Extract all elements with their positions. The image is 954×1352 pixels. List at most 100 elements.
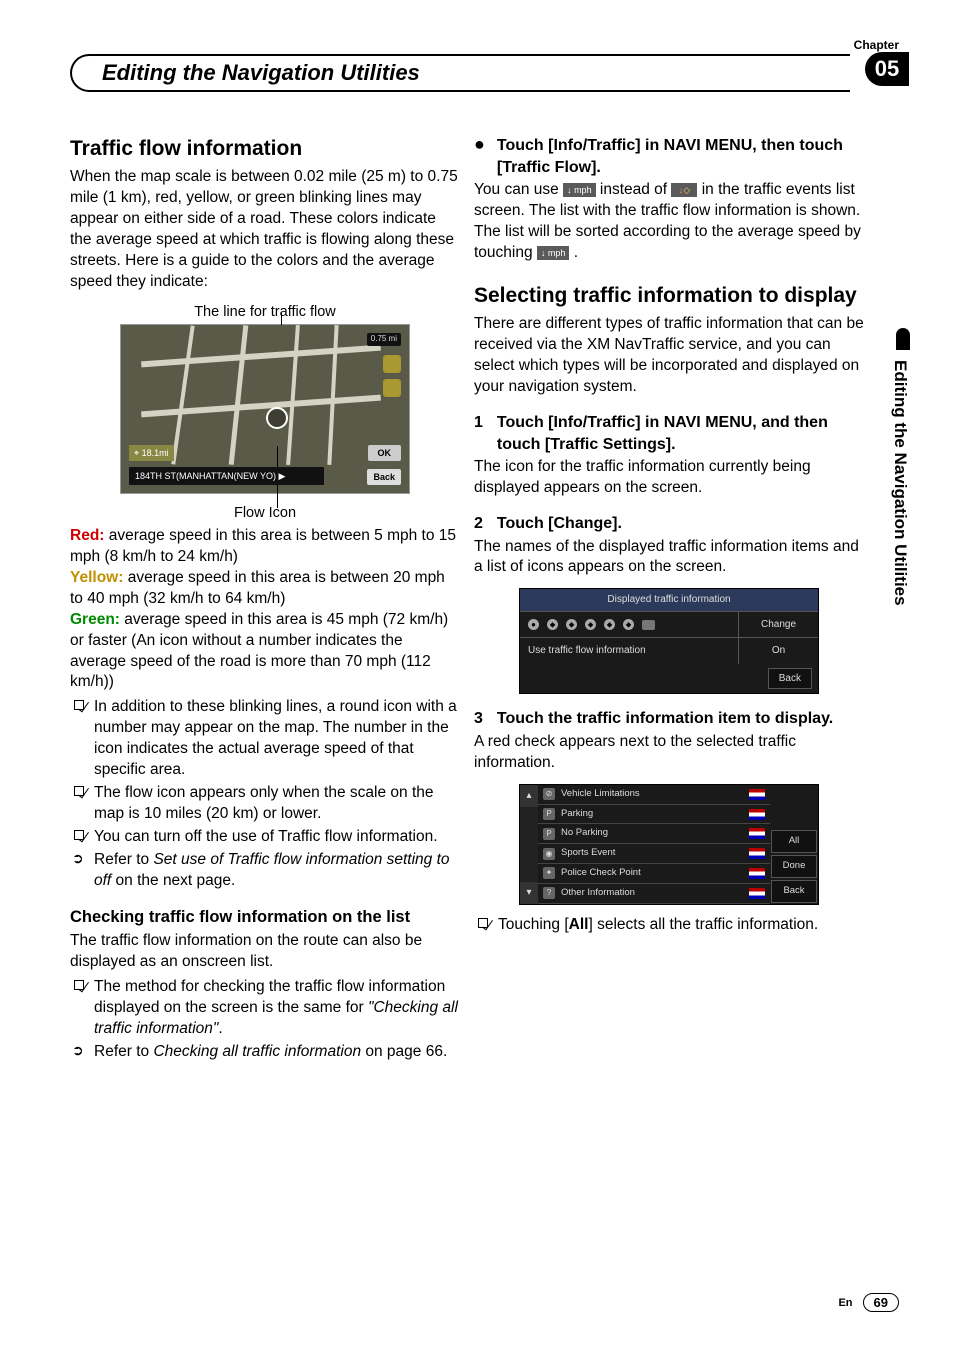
screen-titlebar: Displayed traffic information xyxy=(520,589,818,611)
list-item[interactable]: PParking xyxy=(538,805,770,825)
scroll-track[interactable] xyxy=(520,807,538,882)
item-icon: P xyxy=(543,828,555,840)
traffic-type-icon xyxy=(642,620,655,630)
map-figure: 0.75 mi OK Back ⌖ 18.1mi 184TH ST(MANHAT… xyxy=(120,324,410,494)
note-text: You can turn off the use of Traffic flow… xyxy=(94,828,438,845)
checkbox-bullet-icon xyxy=(74,830,84,840)
red-label: Red: xyxy=(70,527,104,544)
note-text-c: ] selects all the traffic information. xyxy=(588,916,818,933)
step-3-row: 3 Touch the traffic information item to d… xyxy=(474,708,864,730)
flag-icon xyxy=(749,789,765,800)
step-number: 3 xyxy=(474,708,483,730)
item-label: Other Information xyxy=(561,887,743,900)
map-ok-button[interactable]: OK xyxy=(368,445,402,461)
flag-icon xyxy=(749,828,765,839)
green-label: Green: xyxy=(70,611,120,628)
step-2-text: Touch [Change]. xyxy=(497,513,622,535)
checkbox-bullet-icon xyxy=(478,918,488,928)
map-zoom-out-icon[interactable] xyxy=(383,379,401,397)
list-item[interactable]: P No Parking xyxy=(538,824,770,844)
mph-sort-icon[interactable]: ↓ mph xyxy=(537,246,570,260)
screen-back-button[interactable]: Back xyxy=(768,668,812,690)
note-text: The flow icon appears only when the scal… xyxy=(94,784,434,822)
screen-traffic-list: ▴ ▾ ⊘Vehicle Limitations PParking P No Pa… xyxy=(519,784,819,905)
traffic-type-icon: ⬥ xyxy=(604,619,615,630)
change-button[interactable]: Change xyxy=(738,612,818,638)
heading-traffic-flow: Traffic flow information xyxy=(70,135,460,163)
mph-sort-icon[interactable]: ↓ mph xyxy=(563,183,596,197)
screen-icons-cell: ● ⬥ ⬥ ⬥ ⬥ ⬥ xyxy=(520,612,738,638)
note-text-b: All xyxy=(569,916,589,933)
step-bullet-row: ● Touch [Info/Traffic] in NAVI MENU, the… xyxy=(474,135,864,178)
item-icon: ✦ xyxy=(543,867,555,879)
note-text-c: . xyxy=(218,1020,222,1037)
back-button[interactable]: Back xyxy=(771,880,817,903)
paragraph-step1: The icon for the traffic information cur… xyxy=(474,457,864,499)
heading-checking-list: Checking traffic flow information on the… xyxy=(70,906,460,928)
row-label: Use traffic flow information xyxy=(520,638,738,664)
bullet-dot-icon: ● xyxy=(474,135,485,178)
done-button[interactable]: Done xyxy=(771,855,817,878)
side-tab-handle xyxy=(896,328,910,350)
chapter-number-badge: 05 xyxy=(865,52,909,86)
flag-icon xyxy=(749,888,765,899)
note-text: In addition to these blinking lines, a r… xyxy=(94,698,457,778)
on-toggle-button[interactable]: On xyxy=(738,638,818,664)
header-title-wrap: Editing the Navigation Utilities xyxy=(70,54,850,92)
list-item[interactable]: ✦ Police Check Point xyxy=(538,864,770,884)
all-button[interactable]: All xyxy=(771,830,817,853)
step-number: 1 xyxy=(474,412,483,455)
traffic-type-icon: ⬥ xyxy=(566,619,577,630)
list-item[interactable]: ? Other Information xyxy=(538,884,770,904)
traffic-type-icon: ⬥ xyxy=(585,619,596,630)
paragraph-use-icon: You can use ↓ mph instead of ↓ ◇ in the … xyxy=(474,180,864,222)
list-item[interactable]: ◉Sports Event xyxy=(538,844,770,864)
chapter-label: Chapter xyxy=(854,38,899,52)
item-label: Vehicle Limitations xyxy=(561,788,743,801)
item-label: Parking xyxy=(561,808,743,821)
red-text: average speed in this area is between 5 … xyxy=(70,527,456,565)
scroll-up-button[interactable]: ▴ xyxy=(520,785,538,807)
text-b: . xyxy=(574,244,578,261)
yellow-label: Yellow: xyxy=(70,569,123,586)
map-zoom-in-icon[interactable] xyxy=(383,355,401,373)
refer-arrow-icon xyxy=(74,853,84,863)
item-label: Sports Event xyxy=(561,847,743,860)
note-text-a: Touching [ xyxy=(498,916,569,933)
item-icon: ? xyxy=(543,887,555,899)
left-column: Traffic flow information When the map sc… xyxy=(70,135,460,1064)
page-footer: En 69 xyxy=(838,1293,899,1312)
heading-selecting: Selecting traffic information to display xyxy=(474,282,864,310)
refer-text-a: Refer to xyxy=(94,1043,153,1060)
note-item: In addition to these blinking lines, a r… xyxy=(70,697,460,781)
step-bullet-text: Touch [Info/Traffic] in NAVI MENU, then … xyxy=(497,135,864,178)
map-back-button[interactable]: Back xyxy=(367,469,401,485)
checkbox-bullet-icon xyxy=(74,700,84,710)
item-label: No Parking xyxy=(561,827,743,840)
step-3-text: Touch the traffic information item to di… xyxy=(497,708,833,730)
scroll-column: ▴ ▾ xyxy=(520,785,538,904)
map-street-bar: 184TH ST(MANHATTAN(NEW YO) ▶ xyxy=(129,467,324,485)
flag-icon xyxy=(749,848,765,859)
paragraph-selecting: There are different types of traffic inf… xyxy=(474,314,864,398)
scroll-down-button[interactable]: ▾ xyxy=(520,882,538,904)
traffic-type-icon: ⬥ xyxy=(547,619,558,630)
yellow-text: average speed in this area is between 20… xyxy=(70,569,445,607)
footer-page-number: 69 xyxy=(863,1293,899,1312)
list-item[interactable]: ⊘Vehicle Limitations xyxy=(538,785,770,805)
diamond-sort-icon[interactable]: ↓ ◇ xyxy=(671,183,697,197)
right-column: ● Touch [Info/Traffic] in NAVI MENU, the… xyxy=(474,135,864,1064)
header-title: Editing the Navigation Utilities xyxy=(102,60,420,85)
refer-text-b: Checking all traffic information xyxy=(153,1043,361,1060)
text-b: instead of xyxy=(600,181,672,198)
figure-caption-top: The line for traffic flow xyxy=(70,303,460,323)
item-label: Police Check Point xyxy=(561,867,743,880)
refer-item: Refer to Checking all traffic informatio… xyxy=(70,1042,460,1063)
traffic-type-icon: ⬥ xyxy=(623,619,634,630)
checkbox-bullet-icon xyxy=(74,980,84,990)
step-number: 2 xyxy=(474,513,483,535)
step-2-row: 2 Touch [Change]. xyxy=(474,513,864,535)
refer-text-c: on page 66. xyxy=(361,1043,447,1060)
paragraph-step3: A red check appears next to the selected… xyxy=(474,732,864,774)
notes-list-2: The method for checking the traffic flow… xyxy=(70,977,460,1063)
